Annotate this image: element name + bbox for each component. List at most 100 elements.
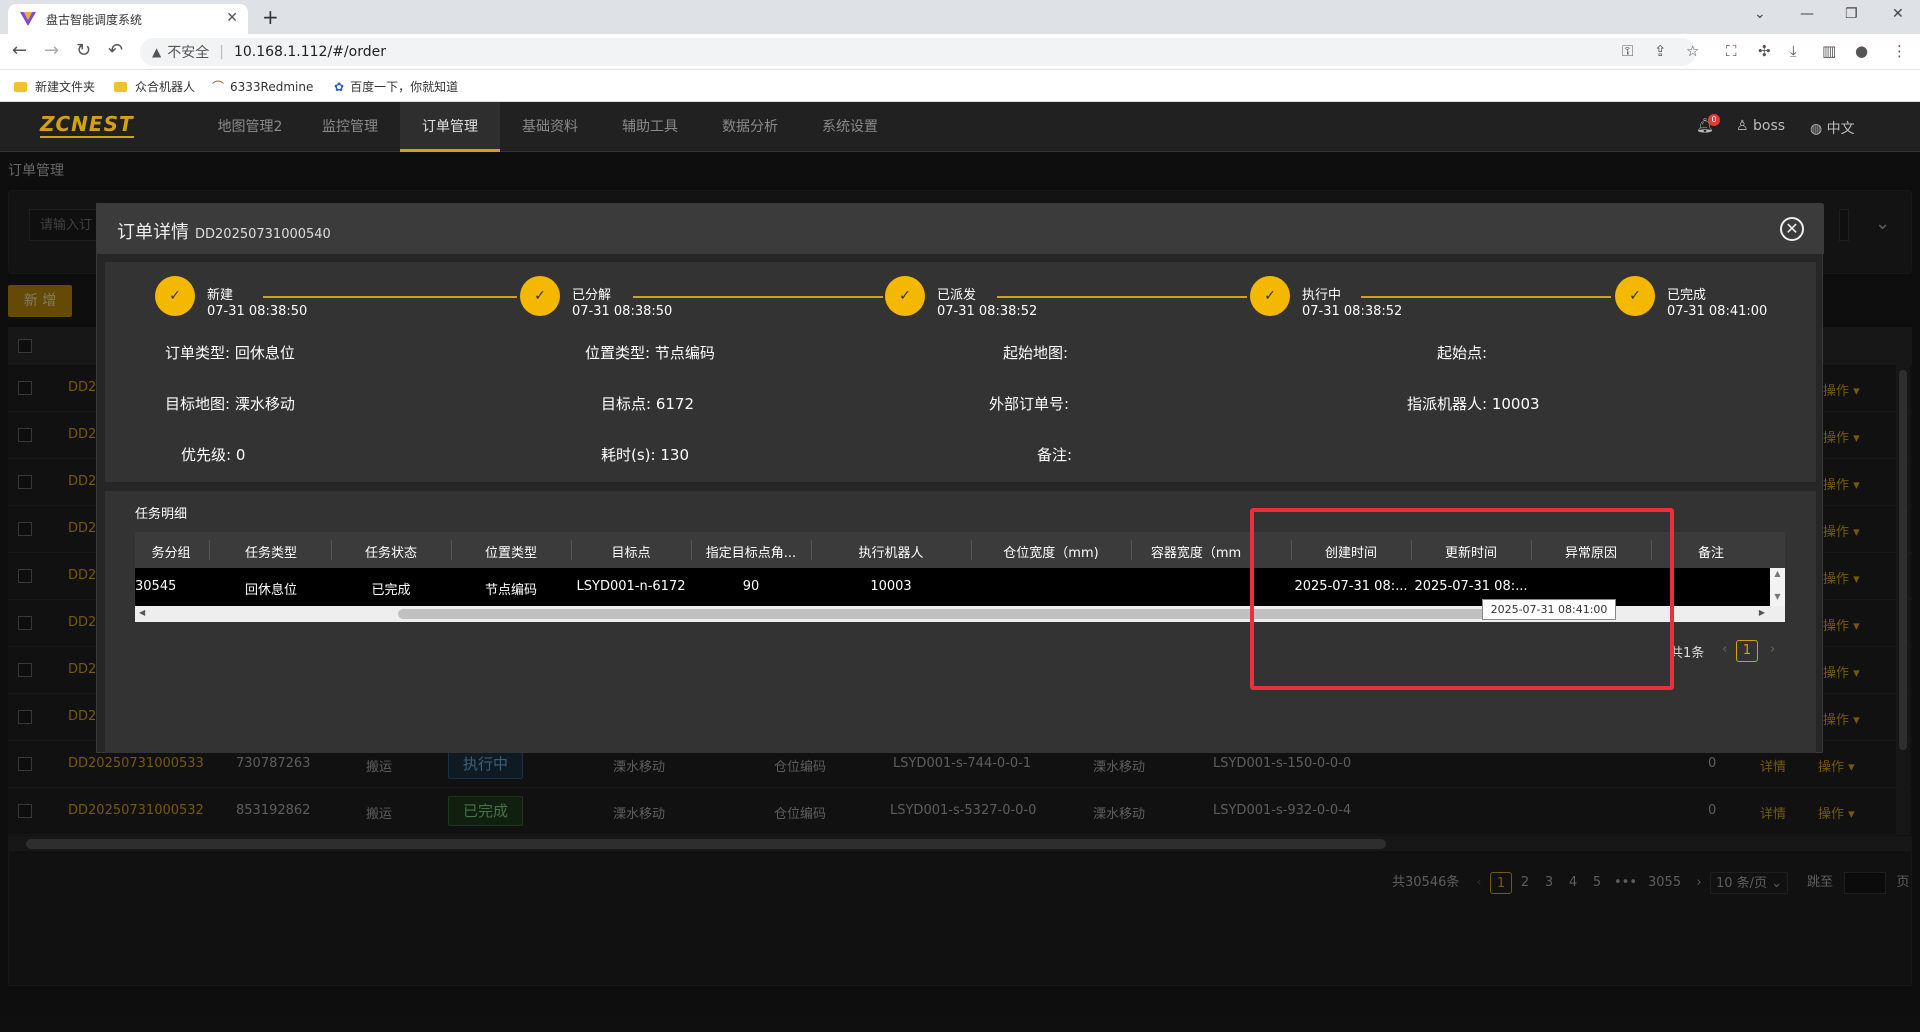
folder-icon	[114, 81, 127, 92]
reload-icon[interactable]: ↻	[76, 40, 91, 61]
restore-icon[interactable]: ❐	[1845, 6, 1858, 22]
col-target-angle: 指定目标点角...	[705, 546, 797, 561]
highlight-annotation-box	[1250, 508, 1674, 690]
new-tab-icon[interactable]: +	[262, 5, 279, 29]
col-task-status: 任务状态	[364, 546, 417, 561]
order-progress-steps: ✓ 新建 07-31 08:38:50 ✓ 已分解 07-31 08:38:50…	[105, 262, 1816, 482]
download-icon[interactable]: ⤓	[1790, 42, 1797, 60]
info-key: 目标点:	[601, 395, 652, 413]
home-icon[interactable]: ↶	[108, 40, 123, 61]
step-time: 07-31 08:38:52	[1302, 304, 1403, 319]
info-start-point: 起始点:	[1437, 342, 1487, 363]
browser-tab[interactable]: 盘古智能调度系统 ✕	[8, 4, 248, 34]
tab-search-icon[interactable]: ⌄	[1754, 6, 1766, 22]
nav-tools[interactable]: 辅助工具	[600, 102, 700, 152]
info-key: 目标地图:	[165, 395, 231, 413]
extensions-icon[interactable]: ✣	[1758, 42, 1771, 60]
scroll-right-icon[interactable]: ▶	[1759, 608, 1765, 617]
forward-icon[interactable]: →	[44, 40, 59, 61]
scroll-down-icon[interactable]: ▼	[1770, 590, 1785, 604]
profile-icon[interactable]: ●	[1855, 42, 1868, 60]
step-time: 07-31 08:41:00	[1667, 304, 1768, 319]
info-target-point: 目标点: 6172	[601, 393, 694, 414]
nav-analytics[interactable]: 数据分析	[700, 102, 800, 152]
brand-logo: ZCNEST	[40, 112, 134, 138]
column-divider	[209, 540, 210, 560]
bookmark-link[interactable]: ⌒ 6333Redmine	[212, 78, 313, 95]
notification-badge: 0	[1708, 114, 1720, 126]
task-page-1[interactable]: 1	[1736, 640, 1758, 662]
globe-icon: ◍	[1810, 121, 1823, 137]
info-value: 0	[235, 446, 246, 464]
task-next-icon[interactable]: ›	[1770, 642, 1775, 657]
crop-icon[interactable]: ⛶	[1726, 42, 1737, 60]
bookmarks-bar: 新建文件夹 众合机器人 ⌒ 6333Redmine ✿ 百度一下，你就知道	[0, 70, 1920, 102]
step-connector	[997, 296, 1247, 298]
window-close-icon[interactable]: ✕	[1892, 6, 1904, 22]
tab-close-icon[interactable]: ✕	[226, 10, 238, 26]
url-separator: |	[219, 44, 224, 60]
share-icon[interactable]: ⇪	[1654, 42, 1667, 60]
task-table-vscroll[interactable]: ▲ ▼	[1770, 568, 1785, 606]
minimize-icon[interactable]: —	[1800, 6, 1814, 22]
tab-title: 盘古智能调度系统	[46, 12, 143, 27]
task-prev-icon[interactable]: ‹	[1722, 642, 1727, 657]
back-icon[interactable]: ←	[12, 40, 27, 61]
info-duration: 耗时(s): 130	[601, 444, 689, 465]
menu-icon[interactable]: ⋮	[1892, 42, 1907, 60]
step-time: 07-31 08:38:50	[207, 304, 308, 319]
col-position-type: 位置类型	[484, 546, 537, 561]
step-label: 已分解	[572, 288, 612, 303]
nav-basic-data[interactable]: 基础资料	[500, 102, 600, 152]
step-label: 执行中	[1302, 288, 1342, 303]
col-task-group: 务分组	[151, 546, 191, 561]
info-key: 优先级:	[181, 446, 232, 464]
language-switch[interactable]: ◍ 中文	[1810, 118, 1855, 138]
warning-icon: ▲	[152, 45, 162, 59]
task-total: 共1条	[1670, 646, 1705, 661]
bookmark-star-icon[interactable]: ☆	[1686, 42, 1699, 60]
col-task-type: 任务类型	[244, 546, 297, 561]
step-time: 07-31 08:38:52	[937, 304, 1038, 319]
scroll-up-icon[interactable]: ▲	[1770, 568, 1785, 580]
url-input[interactable]: ▲ 不安全 | 10.168.1.112/#/order	[140, 38, 1696, 66]
check-icon: ✓	[520, 276, 560, 316]
col-target-point: 目标点	[611, 546, 651, 561]
user-name: boss	[1753, 118, 1786, 134]
language-label: 中文	[1826, 121, 1855, 137]
user-menu[interactable]: ♙ boss	[1736, 118, 1785, 134]
cell-robot: 10003	[870, 579, 912, 594]
address-bar-row: ← → ↻ ↶ ▲ 不安全 | 10.168.1.112/#/order ⚿ ⇪…	[0, 34, 1920, 70]
bookmark-label: 众合机器人	[135, 80, 196, 94]
info-value: 节点编码	[654, 344, 715, 362]
nav-map[interactable]: 地图管理2	[200, 102, 300, 152]
col-container-width: 容器宽度（mm	[1150, 546, 1242, 561]
bookmark-link[interactable]: ✿ 百度一下，你就知道	[334, 78, 458, 95]
modal-title-text: 订单详情	[117, 222, 189, 243]
nav-order[interactable]: 订单管理	[400, 102, 500, 152]
bookmark-label: 百度一下，你就知道	[350, 80, 459, 94]
modal-close-icon[interactable]: ✕	[1780, 217, 1804, 241]
app-favicon-icon	[20, 12, 36, 26]
sidepanel-icon[interactable]: ▥	[1822, 42, 1836, 60]
nav-settings[interactable]: 系统设置	[800, 102, 900, 152]
bookmark-label: 6333Redmine	[230, 79, 314, 94]
info-key: 起始地图:	[1003, 344, 1069, 362]
info-key: 耗时(s):	[601, 446, 656, 464]
step-label: 已完成	[1667, 288, 1707, 303]
cell-task-group: 30545	[135, 579, 175, 594]
app-header: ZCNEST 地图管理2 监控管理 订单管理 基础资料 辅助工具 数据分析 系统…	[0, 102, 1920, 152]
info-key: 位置类型:	[585, 344, 651, 362]
baidu-icon: ✿	[334, 79, 345, 94]
bookmark-folder[interactable]: 众合机器人	[114, 78, 195, 95]
nav-monitor[interactable]: 监控管理	[300, 102, 400, 152]
redmine-icon: ⌒	[212, 80, 225, 94]
key-icon[interactable]: ⚿	[1622, 42, 1633, 60]
cell-target-angle: 90	[742, 579, 760, 594]
check-icon: ✓	[155, 276, 195, 316]
scroll-left-icon[interactable]: ◀	[139, 608, 145, 617]
task-section-title: 任务明细	[135, 507, 188, 522]
step-label: 已派发	[937, 288, 977, 303]
bookmark-folder[interactable]: 新建文件夹	[14, 78, 95, 95]
info-value: 回休息位	[234, 344, 295, 362]
